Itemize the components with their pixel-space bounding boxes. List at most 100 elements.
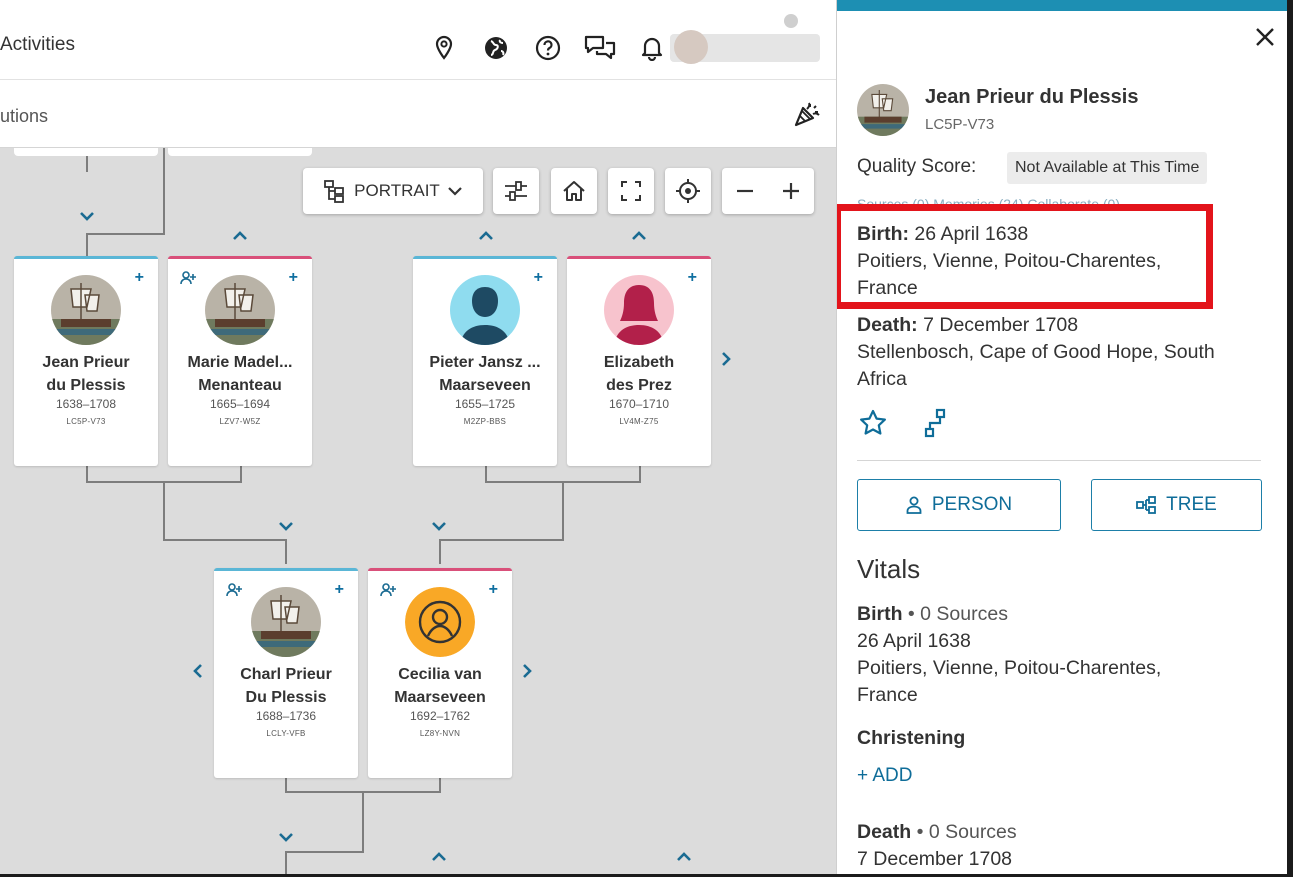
- add-person-icon[interactable]: +: [135, 269, 144, 287]
- vitals-birth-place-2: France: [857, 684, 918, 706]
- zoom-controls: [722, 168, 814, 214]
- person-name: Charl Prieur Du Plessis: [240, 666, 332, 706]
- pedigree-icon[interactable]: [921, 408, 951, 438]
- chevron-right-icon[interactable]: [521, 663, 533, 679]
- person-card-pieter-jansz[interactable]: + Pieter Jansz ... Maarseveen 1655–1725 M…: [413, 256, 557, 466]
- sub-nav-contributions[interactable]: utions: [0, 106, 48, 127]
- card-stub: [14, 148, 158, 156]
- person-years: 1655–1725: [454, 397, 516, 411]
- person-id: LCLY-VFB: [266, 729, 306, 738]
- tree-icon: [1136, 496, 1157, 514]
- view-mode-dropdown[interactable]: PORTRAIT: [303, 168, 483, 214]
- vitals-birth[interactable]: Birth • 0 Sources 26 April 1638 Poitiers…: [857, 601, 1161, 709]
- location-pin-icon[interactable]: [418, 32, 470, 64]
- header-icons: [418, 32, 678, 64]
- vitals-birth-place-1: Poitiers, Vienne, Poitou-Charentes,: [857, 657, 1162, 679]
- add-person-icon[interactable]: +: [688, 269, 697, 287]
- relationship-icon[interactable]: [180, 271, 198, 285]
- ship-photo-avatar: [51, 275, 121, 345]
- chevron-left-icon[interactable]: [192, 663, 204, 679]
- person-name: Pieter Jansz ... Maarseveen: [429, 354, 541, 394]
- app-window: Activities utions + Jean Prieur du Pless…: [0, 0, 1287, 874]
- person-card-elizabeth[interactable]: + Elizabeth des Prez 1670–1710 LV4M-Z75: [567, 256, 711, 466]
- nav-activities[interactable]: Activities: [0, 34, 75, 56]
- user-menu[interactable]: [670, 14, 820, 64]
- person-years: 1692–1762: [409, 709, 471, 723]
- chevron-down-icon[interactable]: [278, 831, 294, 843]
- filter-button[interactable]: [493, 168, 539, 214]
- chevron-up-icon[interactable]: [478, 230, 494, 242]
- vitals-birth-date: 26 April 1638: [857, 630, 971, 652]
- ship-photo-avatar: [857, 84, 909, 136]
- star-icon[interactable]: [858, 408, 888, 438]
- chevron-down-icon[interactable]: [431, 520, 447, 532]
- zoom-in-icon[interactable]: [781, 181, 801, 201]
- home-button[interactable]: [551, 168, 597, 214]
- fullscreen-icon: [621, 181, 641, 201]
- death-summary: Death: 7 December 1708 Stellenbosch, Cap…: [857, 312, 1215, 393]
- chevron-up-icon[interactable]: [232, 230, 248, 242]
- person-card-jean-prieur[interactable]: + Jean Prieur du Plessis 1638–1708 LC5P-V…: [14, 256, 158, 466]
- person-id: LC5P-V73: [925, 116, 995, 133]
- death-label: Death:: [857, 314, 918, 336]
- person-card-cecilia[interactable]: + Cecilia van Maarseveen 1692–1762 LZ8Y-N…: [368, 568, 512, 778]
- add-christening-button[interactable]: + ADD: [857, 765, 912, 787]
- relationship-icon[interactable]: [226, 583, 244, 597]
- chevron-up-icon[interactable]: [631, 230, 647, 242]
- messages-icon[interactable]: [574, 32, 626, 64]
- top-bar: Activities: [0, 0, 836, 80]
- help-icon[interactable]: [522, 32, 574, 64]
- tree-layout-icon: [324, 180, 345, 203]
- ship-photo-avatar: [251, 587, 321, 657]
- vitals-death-sources: • 0 Sources: [916, 821, 1017, 843]
- tree-button[interactable]: TREE: [1091, 479, 1262, 531]
- person-button-label: PERSON: [931, 494, 1013, 515]
- vitals-birth-label: Birth: [857, 603, 903, 625]
- notification-dot: [784, 14, 798, 28]
- quality-score-label: Quality Score:: [857, 156, 977, 177]
- vitals-birth-sources: • 0 Sources: [907, 603, 1008, 625]
- person-years: 1665–1694: [209, 397, 271, 411]
- death-place-line-1: Stellenbosch, Cape of Good Hope, South: [857, 341, 1215, 363]
- tree-button-label: TREE: [1166, 494, 1217, 515]
- locate-button[interactable]: [665, 168, 711, 214]
- add-person-icon[interactable]: +: [289, 269, 298, 287]
- fullscreen-button[interactable]: [608, 168, 654, 214]
- globe-icon[interactable]: [470, 32, 522, 64]
- person-id: LV4M-Z75: [619, 417, 659, 426]
- chevron-down-icon[interactable]: [79, 210, 95, 222]
- close-icon[interactable]: [1254, 26, 1276, 48]
- card-stub: [168, 148, 312, 156]
- person-card-marie-madeleine[interactable]: + Marie Madel... Menanteau 1665–1694 LZV7…: [168, 256, 312, 466]
- sub-bar: utions: [0, 80, 836, 148]
- relationship-icon[interactable]: [380, 583, 398, 597]
- panel-accent-bar: [837, 0, 1287, 11]
- death-date: 7 December 1708: [923, 314, 1079, 336]
- vitals-death[interactable]: Death • 0 Sources 7 December 1708: [857, 819, 1017, 873]
- chevron-down-icon[interactable]: [278, 520, 294, 532]
- view-mode-label: PORTRAIT: [354, 181, 440, 200]
- zoom-out-icon[interactable]: [735, 181, 755, 201]
- chevron-right-icon[interactable]: [720, 351, 732, 367]
- chevron-up-icon[interactable]: [431, 851, 447, 863]
- filter-sliders-icon: [505, 181, 527, 201]
- person-detail-panel: Jean Prieur du Plessis LC5P-V73 Quality …: [836, 0, 1287, 874]
- christening-label: Christening: [857, 727, 966, 749]
- person-button[interactable]: PERSON: [857, 479, 1061, 531]
- family-tree-canvas[interactable]: + Jean Prieur du Plessis 1638–1708 LC5P-V…: [0, 148, 836, 874]
- divider: [857, 460, 1261, 461]
- person-id: LZV7-W5Z: [219, 417, 261, 426]
- add-person-icon[interactable]: +: [534, 269, 543, 287]
- highlight-box: [837, 204, 1213, 309]
- person-card-charl-prieur[interactable]: + Charl Prieur Du Plessis 1688–1736 LCLY-…: [214, 568, 358, 778]
- add-person-icon[interactable]: +: [335, 581, 344, 599]
- avatar: [674, 30, 708, 64]
- chevron-up-icon[interactable]: [676, 851, 692, 863]
- quality-score-badge: Not Available at This Time: [1007, 152, 1208, 184]
- person-name: Jean Prieur du Plessis: [42, 354, 130, 394]
- death-place-line-2: Africa: [857, 368, 907, 390]
- vitals-heading: Vitals: [857, 554, 921, 584]
- person-name: Marie Madel... Menanteau: [187, 354, 293, 394]
- party-popper-icon[interactable]: [793, 100, 821, 128]
- add-person-icon[interactable]: +: [489, 581, 498, 599]
